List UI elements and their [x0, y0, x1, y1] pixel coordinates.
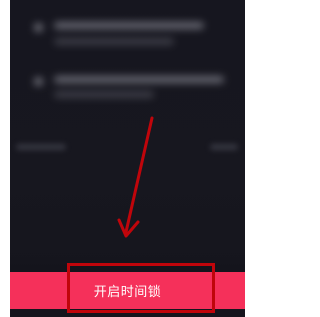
highlight-annotation-box — [67, 263, 215, 313]
blurred-text-line — [54, 38, 174, 45]
bullet-icon — [34, 23, 43, 32]
blurred-text-line — [54, 91, 154, 98]
screenshot: 开启时间锁 — [0, 0, 253, 317]
blurred-list-item-2 — [10, 60, 245, 120]
blurred-list-item-1 — [10, 0, 245, 60]
blurred-divider-right — [210, 144, 238, 150]
bullet-icon — [34, 77, 43, 86]
blurred-text-line — [54, 76, 224, 83]
blurred-divider-left — [16, 144, 66, 150]
blurred-text-line — [54, 22, 204, 29]
